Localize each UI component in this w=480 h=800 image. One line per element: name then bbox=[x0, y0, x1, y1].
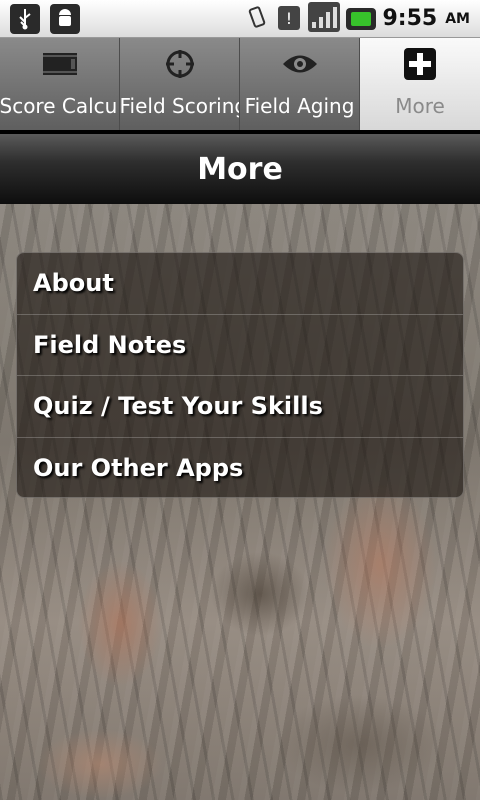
clock-ampm: AM bbox=[445, 10, 470, 27]
tab-field-scoring[interactable]: Field Scoring bbox=[120, 38, 240, 130]
film-strip-icon bbox=[41, 44, 79, 84]
menu-item-other-apps[interactable]: Our Other Apps bbox=[17, 438, 463, 498]
page-title: More bbox=[197, 151, 283, 187]
menu-item-field-notes[interactable]: Field Notes bbox=[17, 315, 463, 376]
menu-item-about[interactable]: About bbox=[17, 253, 463, 315]
tab-label: Field Scoring bbox=[120, 94, 240, 118]
tab-more[interactable]: More bbox=[360, 38, 480, 130]
crosshair-icon bbox=[163, 44, 197, 84]
tab-label: Field Aging bbox=[244, 94, 355, 118]
signal-icon bbox=[308, 1, 341, 36]
usb-icon bbox=[10, 3, 40, 34]
more-menu-list: About Field Notes Quiz / Test Your Skill… bbox=[16, 252, 464, 498]
eye-icon bbox=[281, 44, 319, 84]
svg-text:!: ! bbox=[286, 9, 292, 28]
clock-time: 9:55 bbox=[382, 6, 438, 31]
vibrate-icon bbox=[244, 4, 270, 34]
tab-bar: Score Calculator Field Scoring Field Agi… bbox=[0, 38, 480, 130]
status-bar: ! 9:55 AM bbox=[0, 0, 480, 38]
tab-label: Score Calculator bbox=[0, 94, 119, 118]
sim-alert-icon: ! bbox=[276, 2, 302, 36]
tab-label: More bbox=[395, 94, 445, 118]
menu-item-quiz[interactable]: Quiz / Test Your Skills bbox=[17, 376, 463, 438]
android-debug-icon bbox=[50, 3, 80, 34]
tab-field-aging[interactable]: Field Aging bbox=[240, 38, 360, 130]
plus-icon bbox=[403, 44, 437, 84]
tab-score-calculator[interactable]: Score Calculator bbox=[0, 38, 120, 130]
battery-charging-icon bbox=[346, 7, 377, 30]
title-bar: More bbox=[0, 130, 480, 204]
